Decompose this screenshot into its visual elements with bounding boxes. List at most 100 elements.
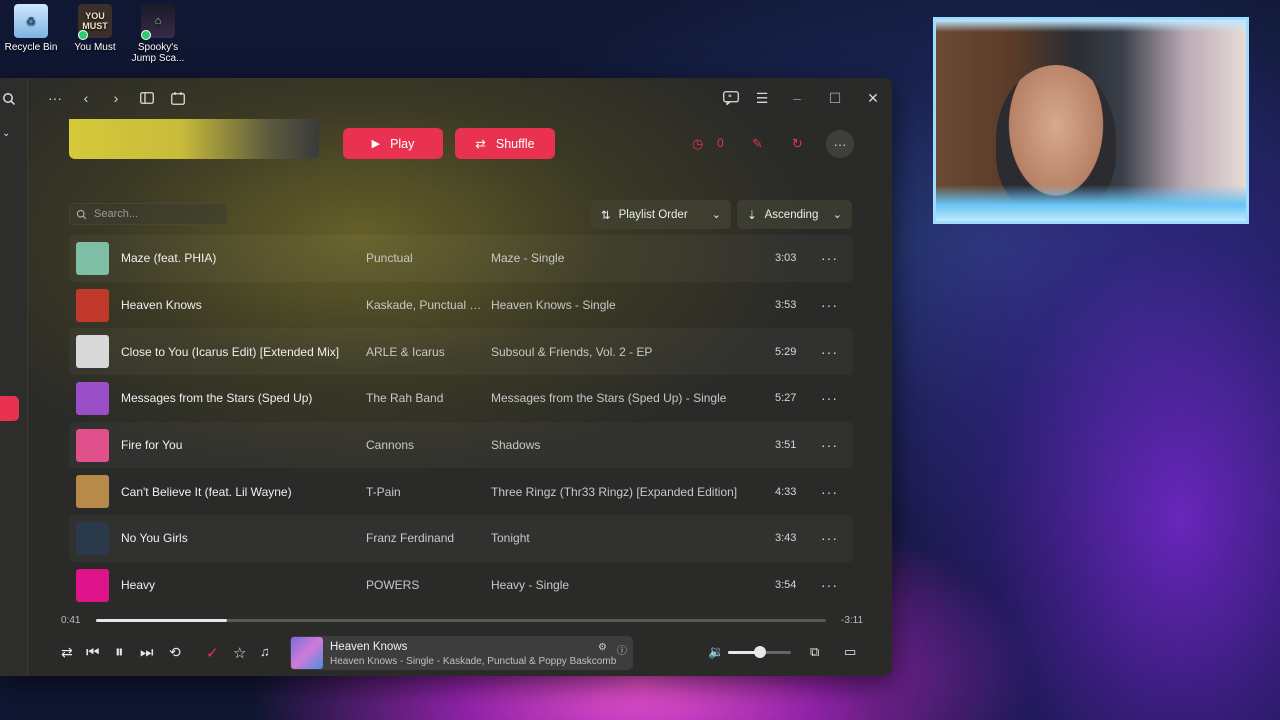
sidebar-toggle-icon[interactable]: [136, 88, 158, 108]
repeat-icon[interactable]: ⟲: [169, 644, 181, 661]
sync-check-icon: [78, 30, 88, 40]
track-album[interactable]: Maze - Single: [491, 251, 564, 265]
track-artist[interactable]: POWERS: [366, 578, 419, 592]
track-album[interactable]: Heavy - Single: [491, 578, 569, 592]
track-artist[interactable]: ARLE & Icarus: [366, 345, 445, 359]
track-artist[interactable]: Punctual: [366, 251, 413, 265]
play-button[interactable]: ▶ Play: [343, 128, 443, 159]
back-arrow-icon[interactable]: ‹: [75, 88, 97, 108]
desktop-icon-spookys-jump-scare[interactable]: ⌂ Spooky's Jump Sca...: [127, 4, 189, 64]
volume-slider[interactable]: [728, 646, 791, 658]
shuffle-icon[interactable]: ⇄: [61, 644, 73, 661]
track-artist[interactable]: Cannons: [366, 438, 414, 452]
more-options-icon[interactable]: ···: [44, 88, 66, 108]
webcam-overlay: [933, 17, 1249, 224]
music-app-window: ⌄ ··· ‹ › ❝ ☰ – ☐ ✕ ▶ Play ⇄ Shuffle ◷ 0…: [0, 78, 892, 676]
track-row[interactable]: Close to You (Icarus Edit) [Extended Mix…: [69, 328, 853, 375]
track-row[interactable]: Can't Believe It (feat. Lil Wayne) T-Pain…: [69, 468, 853, 515]
track-album[interactable]: Subsoul & Friends, Vol. 2 - EP: [491, 345, 652, 359]
history-count: 0: [717, 136, 724, 150]
track-artwork: [76, 475, 109, 509]
playlist-order-label: Playlist Order: [618, 208, 688, 221]
more-options-icon[interactable]: ···: [821, 530, 838, 546]
star-icon[interactable]: ☆: [233, 644, 246, 662]
frost-border-top: [936, 20, 1246, 32]
more-options-icon[interactable]: ···: [821, 390, 838, 406]
edit-pencil-icon[interactable]: ✎: [752, 136, 763, 152]
playlist-order-dropdown[interactable]: ⇅ Playlist Order ⌄: [591, 200, 731, 229]
pause-icon[interactable]: ⏸: [115, 642, 124, 662]
track-album[interactable]: Heaven Knows - Single: [491, 298, 616, 312]
sidebar-active-item[interactable]: [0, 396, 19, 421]
remaining-time: -3:11: [841, 615, 864, 626]
volume-knob[interactable]: [753, 646, 766, 658]
track-row[interactable]: Maze (feat. PHIA) Punctual Maze - Single 3:…: [69, 235, 853, 282]
maximize-icon[interactable]: ☐: [824, 88, 846, 108]
track-row[interactable]: Heavy POWERS Heavy - Single 3:54 ···: [69, 562, 853, 609]
search-box[interactable]: [69, 203, 228, 225]
track-artist[interactable]: Franz Ferdinand: [366, 531, 454, 545]
track-artwork: [76, 521, 109, 555]
track-title: Heaven Knows: [121, 298, 202, 313]
more-options-icon[interactable]: ···: [821, 484, 838, 500]
history-icon[interactable]: ◷: [692, 136, 703, 152]
chevron-down-icon[interactable]: ⌄: [2, 128, 10, 139]
track-artwork: [76, 381, 109, 415]
close-icon[interactable]: ✕: [862, 88, 884, 108]
desktop-icon-recycle-bin[interactable]: ♻ Recycle Bin: [0, 4, 62, 53]
more-options-icon[interactable]: ···: [821, 344, 838, 360]
now-playing-icons: ⚙ ⓘ: [598, 642, 627, 657]
track-row[interactable]: Heaven Knows Kaskade, Punctual & Poppy Ba…: [69, 282, 853, 329]
track-title: Can't Believe It (feat. Lil Wayne): [121, 484, 292, 499]
shuffle-icon: ⇄: [475, 137, 486, 151]
playlist-artwork: [69, 119, 319, 159]
svg-text:❝: ❝: [728, 94, 732, 102]
track-artist[interactable]: The Rah Band: [366, 391, 443, 405]
add-to-queue-icon[interactable]: ♫: [260, 644, 270, 659]
track-row[interactable]: Messages from the Stars (Sped Up) The Rah…: [69, 375, 853, 422]
track-artist[interactable]: Kaskade, Punctual & Poppy Baskcomb: [366, 298, 484, 312]
track-artwork: [76, 428, 109, 462]
more-options-icon[interactable]: ···: [826, 130, 854, 158]
forward-arrow-icon[interactable]: ›: [105, 88, 127, 108]
next-track-icon[interactable]: ⏭: [140, 644, 154, 661]
refresh-icon[interactable]: ↻: [792, 136, 803, 152]
minimize-icon[interactable]: –: [786, 88, 808, 108]
track-album[interactable]: Messages from the Stars (Sped Up) - Sing…: [491, 391, 726, 405]
desktop-icon-you-must[interactable]: YOU MUST You Must: [64, 4, 126, 53]
track-duration: 3:43: [775, 532, 797, 545]
more-options-icon[interactable]: ···: [821, 250, 838, 266]
track-album[interactable]: Tonight: [491, 531, 530, 545]
track-title: Fire for You: [121, 438, 183, 453]
more-options-icon[interactable]: ···: [821, 577, 838, 593]
mini-player-icon[interactable]: [167, 88, 189, 108]
fullscreen-icon[interactable]: ▭: [844, 644, 856, 660]
progress-fill: [96, 619, 228, 622]
track-row[interactable]: Fire for You Cannons Shadows 3:51 ···: [69, 422, 853, 469]
info-icon[interactable]: ⓘ: [617, 642, 627, 657]
track-album[interactable]: Shadows: [491, 438, 540, 452]
progress-bar[interactable]: [96, 619, 826, 622]
now-playing-card[interactable]: Heaven Knows Heaven Knows - Single - Kas…: [290, 636, 633, 670]
shuffle-button[interactable]: ⇄ Shuffle: [455, 128, 555, 159]
track-album[interactable]: Three Ringz (Thr33 Ringz) [Expanded Edit…: [491, 485, 737, 499]
lyrics-icon[interactable]: ❝: [720, 88, 742, 108]
chevron-down-icon: ⌄: [832, 209, 842, 221]
now-playing-title: Heaven Knows: [330, 641, 408, 653]
frost-border-bottom: [936, 185, 1246, 221]
track-title: Messages from the Stars (Sped Up): [121, 391, 313, 406]
sort-direction-dropdown[interactable]: ⇣ Ascending ⌄: [737, 200, 852, 229]
track-row[interactable]: No You Girls Franz Ferdinand Tonight 3:43 ··…: [69, 515, 853, 562]
volume-icon[interactable]: 🔉: [708, 644, 724, 660]
settings-icon[interactable]: ⚙: [598, 642, 607, 657]
more-options-icon[interactable]: ···: [821, 297, 838, 313]
previous-track-icon[interactable]: ⏮: [86, 644, 100, 661]
search-icon[interactable]: [2, 92, 16, 109]
track-artist[interactable]: T-Pain: [366, 485, 401, 499]
title-bar: ··· ‹ › ❝ ☰ – ☐ ✕: [28, 78, 892, 118]
queue-list-icon[interactable]: ☰: [751, 88, 773, 108]
search-input[interactable]: [94, 208, 224, 220]
more-options-icon[interactable]: ···: [821, 437, 838, 453]
love-check-icon[interactable]: ✓: [206, 644, 219, 662]
cast-icon[interactable]: ⧉: [810, 644, 819, 660]
